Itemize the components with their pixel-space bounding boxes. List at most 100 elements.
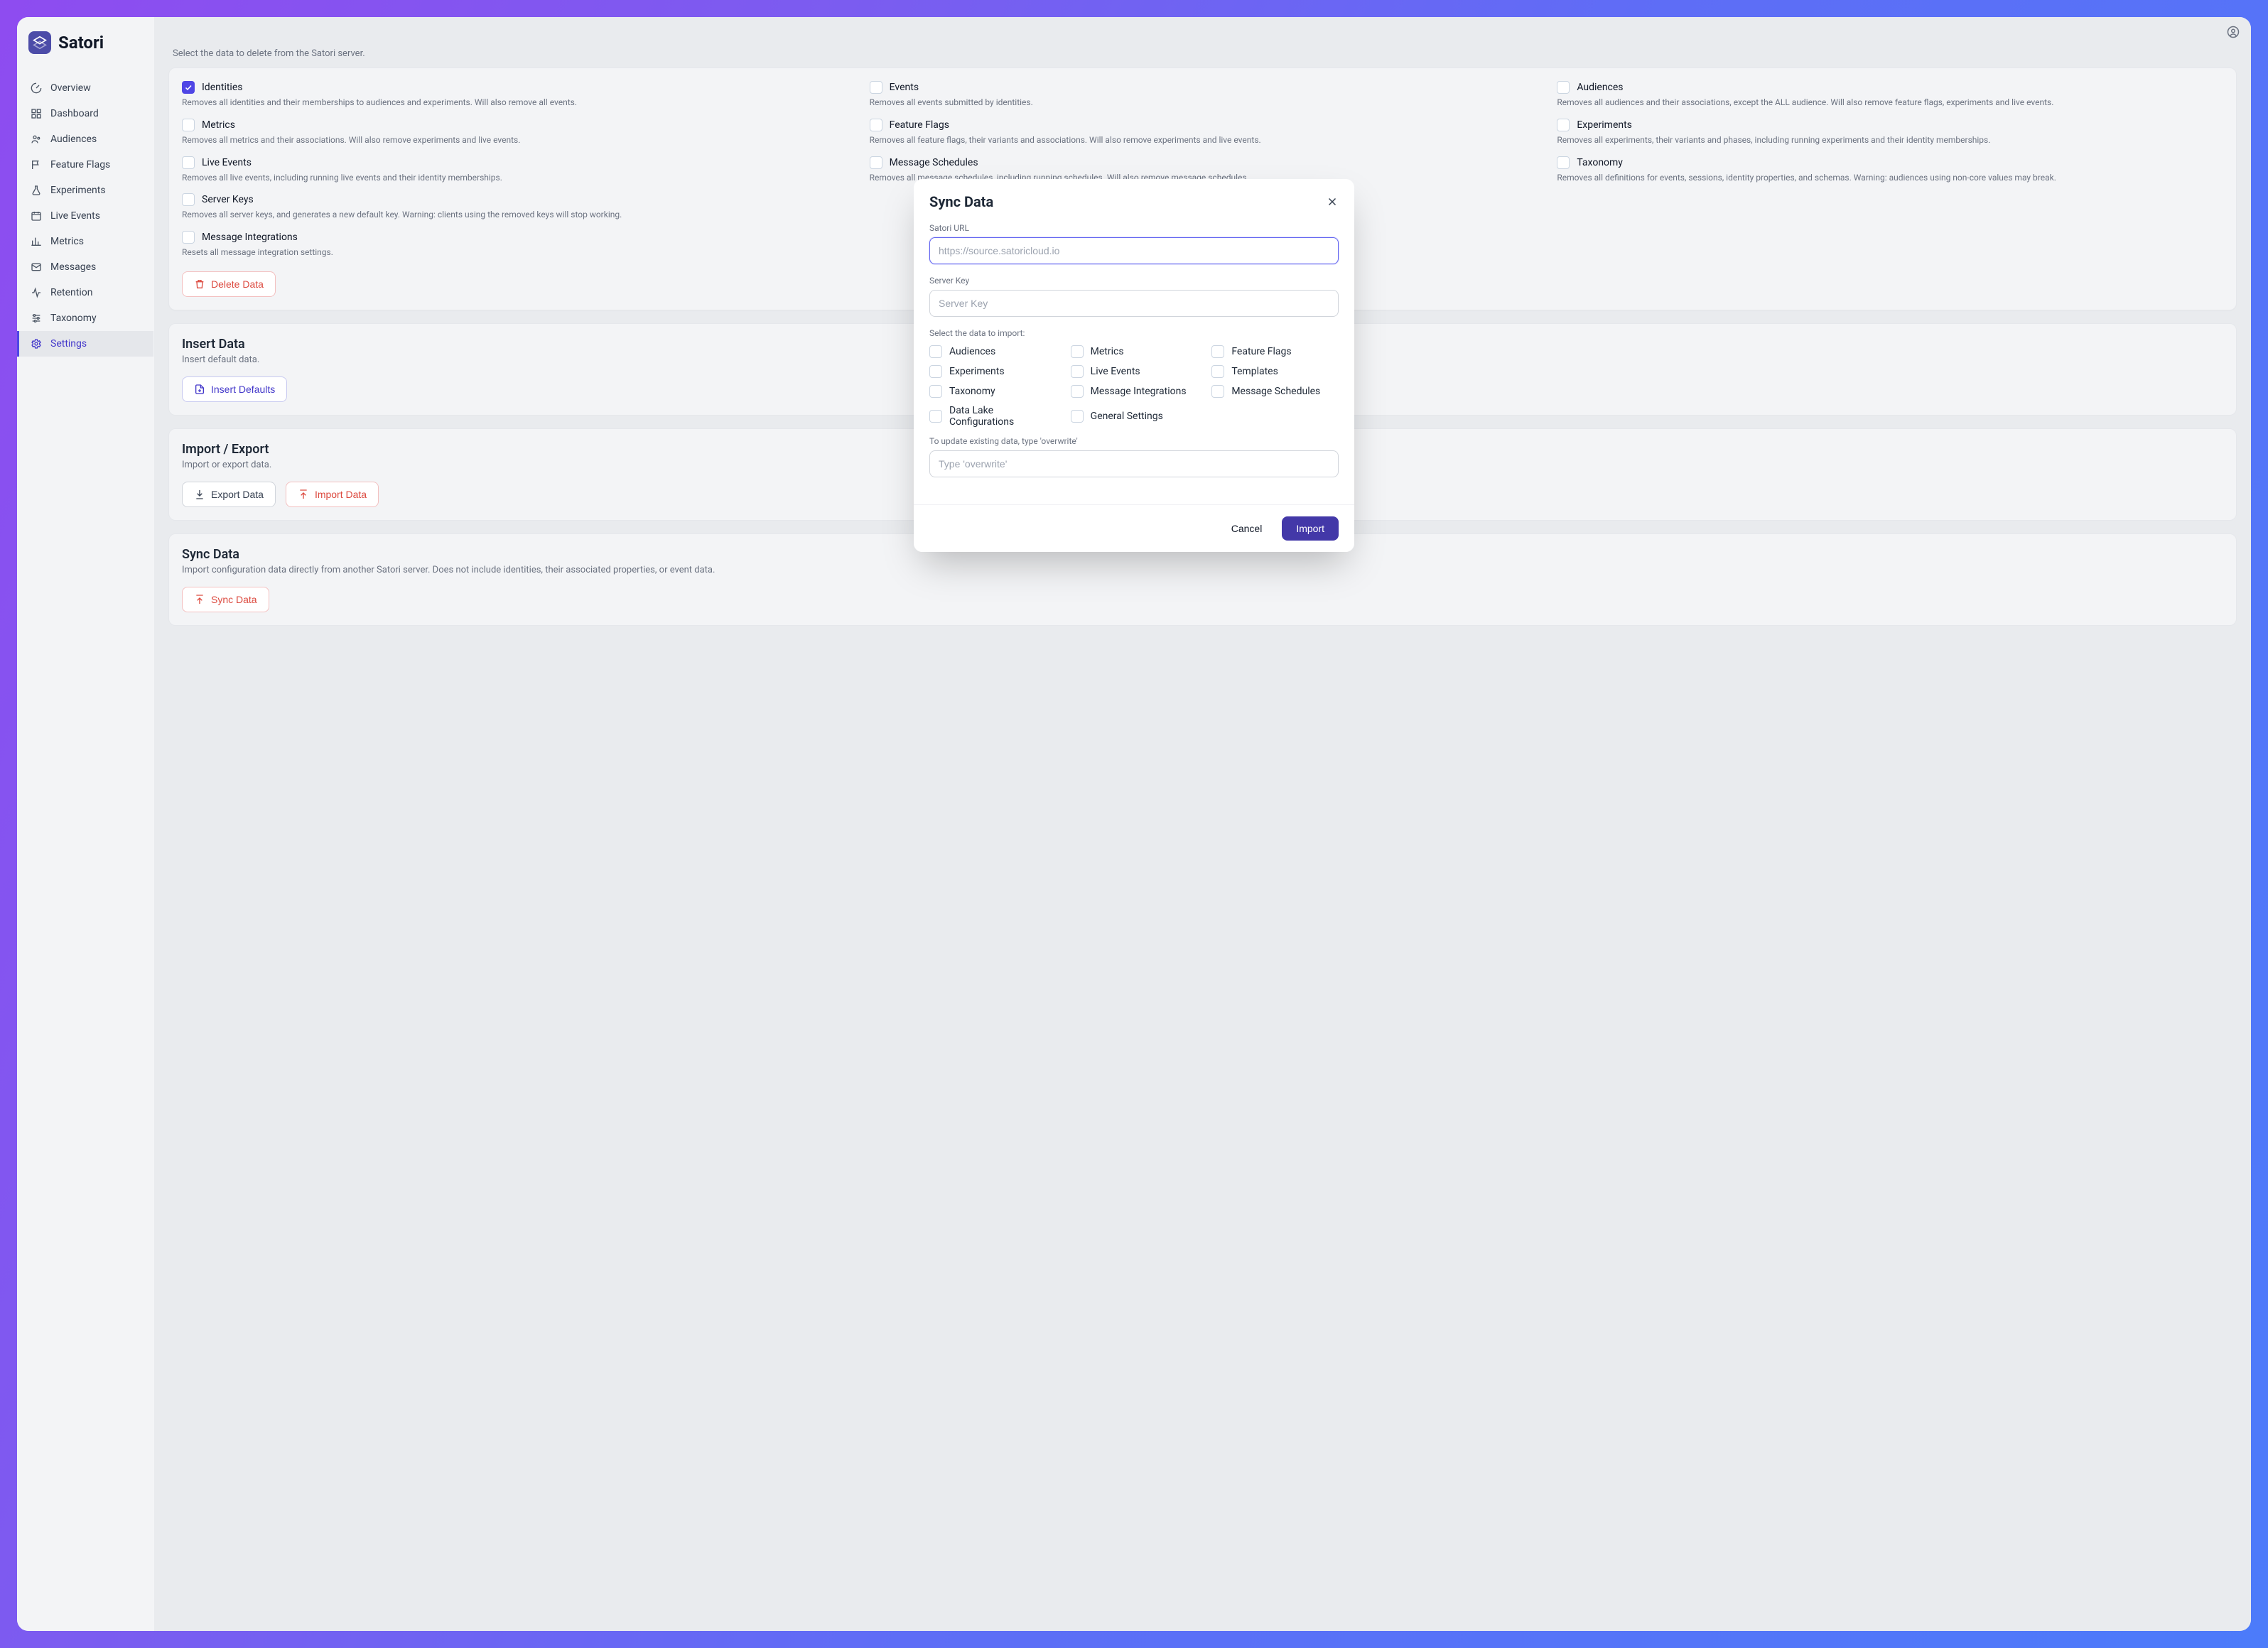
delete-opt-identities: Identities Removes all identities and th…	[182, 81, 848, 109]
delete-opt-events: Events Removes all events submitted by i…	[870, 81, 1536, 109]
user-circle-icon	[2227, 26, 2240, 38]
opt-title: Experiments	[1577, 119, 1632, 131]
cancel-button[interactable]: Cancel	[1220, 516, 1274, 541]
opt-title: Metrics	[202, 119, 235, 131]
opt-desc: Removes all audiences and their associat…	[1557, 97, 2223, 109]
opt-label: Message Integrations	[1091, 386, 1187, 397]
nav-settings[interactable]: Settings	[17, 331, 153, 357]
grid-icon	[31, 108, 42, 119]
checkbox[interactable]	[1211, 385, 1224, 398]
delete-opt-server-keys: Server Keys Removes all server keys, and…	[182, 193, 848, 221]
nav-label: Retention	[50, 287, 93, 298]
nav-label: Live Events	[50, 210, 100, 222]
satori-url-input[interactable]	[929, 237, 1339, 264]
opt-title: Message Schedules	[890, 157, 978, 168]
import-opt-general-settings[interactable]: General Settings	[1071, 405, 1198, 428]
checkbox[interactable]	[929, 385, 942, 398]
delete-data-button[interactable]: Delete Data	[182, 271, 276, 297]
opt-title: Live Events	[202, 157, 252, 168]
nav-label: Metrics	[50, 236, 84, 247]
insert-defaults-button[interactable]: Insert Defaults	[182, 376, 287, 402]
sidebar: Satori Overview Dashboard Audiences Feat…	[17, 17, 154, 1631]
import-opt-feature-flags[interactable]: Feature Flags	[1211, 345, 1339, 358]
import-opt-metrics[interactable]: Metrics	[1071, 345, 1198, 358]
opt-label: Feature Flags	[1231, 346, 1291, 357]
import-opt-experiments[interactable]: Experiments	[929, 365, 1057, 378]
checkbox[interactable]	[1211, 365, 1224, 378]
nav-label: Experiments	[50, 185, 106, 196]
checkbox[interactable]	[929, 365, 942, 378]
delete-opt-experiments: Experiments Removes all experiments, the…	[1557, 119, 2223, 146]
nav-experiments[interactable]: Experiments	[17, 178, 153, 203]
checkbox-server-keys[interactable]	[182, 193, 195, 206]
opt-desc: Removes all metrics and their associatio…	[182, 134, 848, 146]
overwrite-input[interactable]	[929, 450, 1339, 477]
nav-retention[interactable]: Retention	[17, 280, 153, 305]
sync-data-button[interactable]: Sync Data	[182, 587, 269, 612]
nav-feature-flags[interactable]: Feature Flags	[17, 152, 153, 178]
nav-overview[interactable]: Overview	[17, 75, 153, 101]
checkbox-events[interactable]	[870, 81, 882, 94]
close-icon[interactable]	[1326, 195, 1339, 208]
opt-title: Message Integrations	[202, 232, 298, 243]
delete-opt-live-events: Live Events Removes all live events, inc…	[182, 156, 848, 184]
nav-dashboard[interactable]: Dashboard	[17, 101, 153, 126]
nav-metrics[interactable]: Metrics	[17, 229, 153, 254]
delete-opt-audiences: Audiences Removes all audiences and thei…	[1557, 81, 2223, 109]
download-icon	[194, 489, 205, 500]
opt-label: Live Events	[1091, 366, 1140, 377]
nav-audiences[interactable]: Audiences	[17, 126, 153, 152]
nav-live-events[interactable]: Live Events	[17, 203, 153, 229]
opt-label: Templates	[1231, 366, 1278, 377]
opt-title: Feature Flags	[890, 119, 949, 131]
checkbox[interactable]	[1071, 385, 1084, 398]
opt-desc: Removes all live events, including runni…	[182, 172, 848, 184]
checkbox[interactable]	[929, 345, 942, 358]
import-opt-message-integrations[interactable]: Message Integrations	[1071, 385, 1198, 398]
checkbox-message-integrations[interactable]	[182, 231, 195, 244]
import-opt-taxonomy[interactable]: Taxonomy	[929, 385, 1057, 398]
checkbox-feature-flags[interactable]	[870, 119, 882, 131]
btn-label: Import	[1296, 523, 1324, 534]
server-key-input[interactable]	[929, 290, 1339, 317]
checkbox[interactable]	[1071, 365, 1084, 378]
opt-desc: Removes all events submitted by identiti…	[870, 97, 1536, 109]
import-opt-data-lake[interactable]: Data Lake Configurations	[929, 405, 1057, 428]
nav-label: Feature Flags	[50, 159, 110, 170]
delete-description: Select the data to delete from the Sator…	[173, 48, 2237, 59]
opt-desc: Resets all message integration settings.	[182, 246, 848, 259]
btn-label: Delete Data	[211, 278, 264, 290]
opt-title: Taxonomy	[1577, 157, 1623, 168]
upload-icon	[194, 594, 205, 605]
checkbox-experiments[interactable]	[1557, 119, 1570, 131]
import-opt-message-schedules[interactable]: Message Schedules	[1211, 385, 1339, 398]
brand: Satori	[17, 17, 153, 75]
checkbox[interactable]	[1071, 345, 1084, 358]
checkbox-identities[interactable]	[182, 81, 195, 94]
gear-icon	[31, 338, 42, 349]
gauge-icon	[31, 82, 42, 94]
import-opt-live-events[interactable]: Live Events	[1071, 365, 1198, 378]
checkbox-live-events[interactable]	[182, 156, 195, 169]
btn-label: Cancel	[1231, 523, 1263, 534]
checkbox-message-schedules[interactable]	[870, 156, 882, 169]
opt-label: Message Schedules	[1231, 386, 1320, 397]
import-button[interactable]: Import	[1282, 516, 1339, 541]
nav-messages[interactable]: Messages	[17, 254, 153, 280]
chart-icon	[31, 236, 42, 247]
checkbox[interactable]	[1211, 345, 1224, 358]
checkbox[interactable]	[929, 410, 942, 423]
export-data-button[interactable]: Export Data	[182, 482, 276, 507]
checkbox-audiences[interactable]	[1557, 81, 1570, 94]
checkbox-taxonomy[interactable]	[1557, 156, 1570, 169]
opt-desc: Removes all server keys, and generates a…	[182, 209, 848, 221]
nav: Overview Dashboard Audiences Feature Fla…	[17, 75, 153, 357]
nav-taxonomy[interactable]: Taxonomy	[17, 305, 153, 331]
user-avatar-button[interactable]	[2225, 24, 2241, 40]
checkbox[interactable]	[1071, 410, 1084, 423]
checkbox-metrics[interactable]	[182, 119, 195, 131]
import-opt-audiences[interactable]: Audiences	[929, 345, 1057, 358]
import-data-button[interactable]: Import Data	[286, 482, 379, 507]
opt-title: Server Keys	[202, 194, 254, 205]
import-opt-templates[interactable]: Templates	[1211, 365, 1339, 378]
